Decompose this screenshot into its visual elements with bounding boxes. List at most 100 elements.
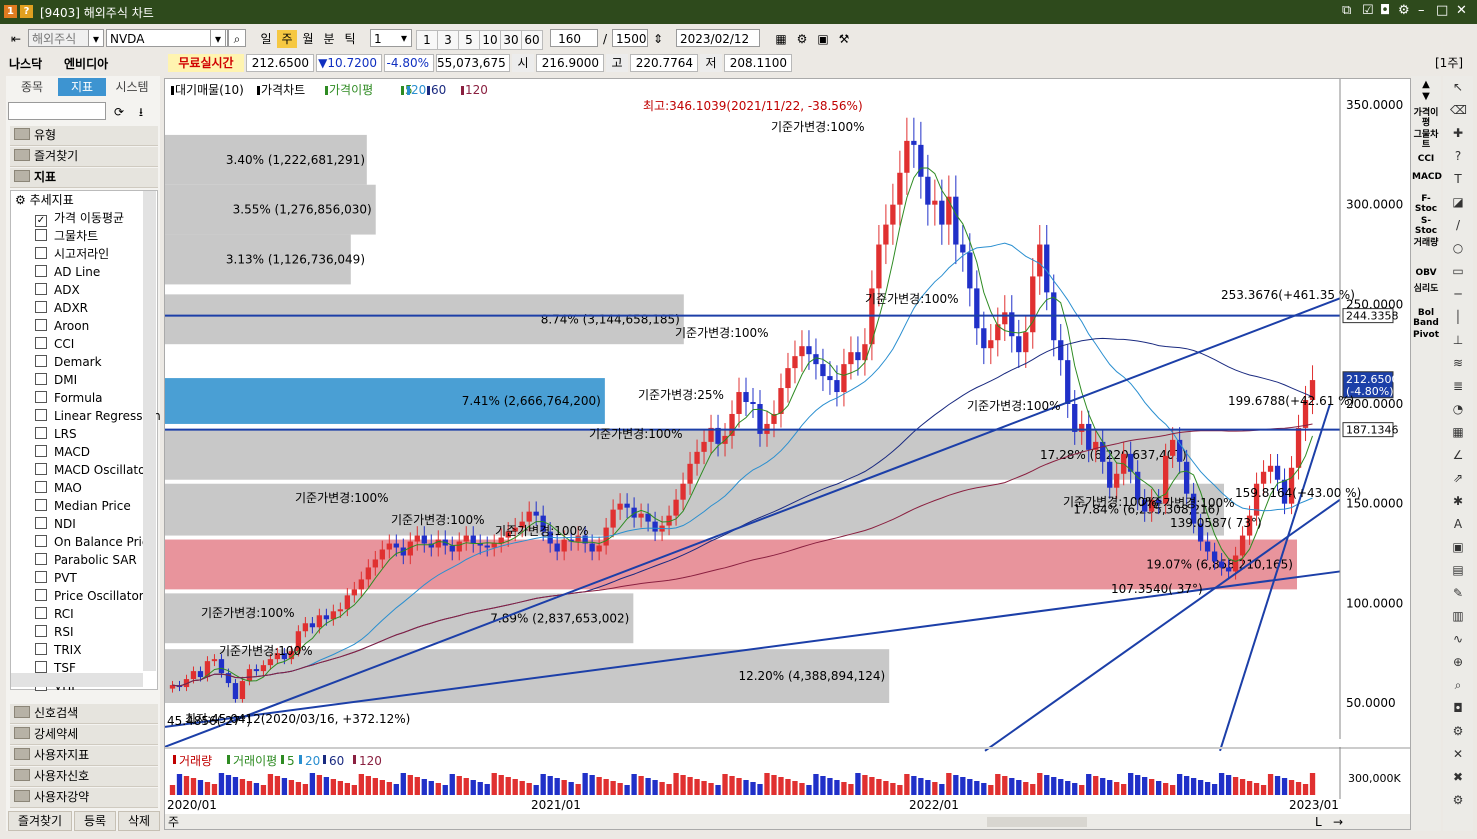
period-button[interactable]: 일 [256,30,276,48]
rect-icon[interactable]: ▭ [1450,264,1466,278]
indicator-item[interactable]: ✓ 가격 이동평균 [35,209,124,227]
folder-item[interactable]: 지표 [10,168,158,188]
legend-item[interactable]: 대기매물(10) [175,83,244,97]
indicator-checkbox[interactable] [35,571,47,583]
note-icon[interactable]: ✎ [1450,586,1466,600]
vline-icon[interactable]: │ [1450,310,1466,324]
indicator-checkbox[interactable] [35,625,47,637]
indicator-item[interactable]: ADX [35,281,80,299]
indicator-shortcut[interactable]: F-Stoc [1412,194,1440,214]
indicator-checkbox[interactable] [35,391,47,403]
help-icon[interactable]: ? [20,5,33,18]
indicator-item[interactable]: Parabolic SAR [35,551,137,569]
fibo-icon[interactable]: ≣ [1450,379,1466,393]
indicator-item[interactable]: 그물차트 [35,227,98,245]
gear-icon[interactable]: ⚙ [1450,724,1466,738]
sidebar-tab[interactable]: 시스템 [108,78,156,96]
unit-dropdown-icon[interactable]: ▾ [396,29,412,47]
search-icon[interactable]: ⌕ [228,29,246,47]
market-dropdown-icon[interactable]: ▾ [88,29,104,47]
indicator-item[interactable]: LRS [35,425,77,443]
question-icon[interactable]: ? [1450,149,1466,163]
indicator-shortcut[interactable]: MACD [1412,172,1442,182]
chart-svg[interactable]: 3.40% (1,222,681,291) 3.55% (1,276,856,03… [164,79,1410,829]
unit-button[interactable]: 1 [416,30,438,50]
eraser-icon[interactable]: ⌫ [1450,103,1467,117]
chart-icon[interactable]: ▥ [1450,609,1466,623]
indicator-checkbox[interactable] [35,517,47,529]
indicator-item[interactable]: On Balance Price [35,533,156,551]
indicator-item[interactable]: Median Price [35,497,131,515]
sidebar-tab[interactable]: 종목 [8,78,56,96]
indicator-checkbox[interactable] [35,499,47,511]
indicator-item[interactable]: RCI [35,605,74,623]
indicator-item[interactable]: Linear Regression [35,407,161,425]
angle-icon[interactable]: ∠ [1450,448,1466,462]
volume-legend-item[interactable]: 거래이평 [233,754,277,768]
text-icon[interactable]: T [1450,172,1466,186]
volume-legend-item[interactable]: 120 [359,754,382,768]
period-button[interactable]: 분 [319,30,339,48]
pane-divider[interactable] [165,747,1410,749]
gear-icon[interactable]: ⚙ [1398,3,1410,18]
period-button[interactable]: 월 [298,30,318,48]
adjust-icon[interactable]: ⇕ [650,30,666,48]
indicator-item[interactable]: MACD [35,443,90,461]
unit-button[interactable]: 5 [458,30,480,50]
indicator-item[interactable]: MAO [35,479,82,497]
indicator-item[interactable]: CCI [35,335,74,353]
checklist-icon[interactable]: ☑ [1362,3,1374,18]
symbol-dropdown-icon[interactable]: ▾ [210,29,226,47]
folder-item[interactable]: 사용자강약 [10,788,158,808]
folder-item[interactable]: 신호검색 [10,704,158,724]
indicator-item[interactable]: Demark [35,353,102,371]
date-input[interactable]: 2023/02/12 [676,29,760,47]
legend-item[interactable]: 120 [465,83,488,97]
chart-area[interactable]: 3.40% (1,222,681,291) 3.55% (1,276,856,03… [164,78,1411,830]
line-mode-label[interactable]: L [1315,815,1322,829]
zoom-icon[interactable]: ⊕ [1450,655,1466,669]
gann-icon[interactable]: ✱ [1450,494,1466,508]
indicator-item[interactable]: ADXR [35,299,88,317]
tree-root[interactable]: ⚙ 추세지표 [15,191,74,209]
wave-icon[interactable]: ∿ [1450,632,1466,646]
indicator-checkbox[interactable] [35,445,47,457]
volume-legend-item[interactable]: 5 [287,754,295,768]
indicator-shortcut[interactable]: Pivot [1412,330,1440,340]
indicator-item[interactable]: PVT [35,569,77,587]
close-icon[interactable]: ✕ [1456,3,1467,18]
save-icon[interactable]: ▣ [814,30,832,48]
hline-icon[interactable]: ─ [1450,287,1466,301]
indicator-checkbox[interactable] [35,553,47,565]
indicator-shortcut[interactable]: 가격이평 [1412,108,1440,128]
indicator-item[interactable]: 시고저라인 [35,245,109,263]
period-button[interactable]: 주 [277,30,297,48]
indicator-shortcut[interactable]: CCI [1412,154,1440,164]
link-icon[interactable]: ⧉ [1342,3,1351,18]
indicator-checkbox[interactable] [35,607,47,619]
indicator-checkbox[interactable] [35,589,47,601]
file-icon[interactable]: ▤ [1450,563,1466,577]
arrow-mode-label[interactable]: → [1333,815,1343,829]
indicator-shortcut[interactable]: Bol Band [1412,308,1440,328]
capture-icon[interactable]: ◘ [1450,701,1466,715]
legend-item[interactable]: 가격차트 [261,83,305,97]
folder-item[interactable]: 사용자지표 [10,746,158,766]
indicator-checkbox[interactable] [35,265,47,277]
indicator-item[interactable]: MACD Oscillator [35,461,150,479]
cycle-icon[interactable]: ◔ [1450,402,1466,416]
unit-button[interactable]: 60 [521,30,543,50]
unit-button[interactable]: 3 [437,30,459,50]
search-arrow-icon[interactable]: ⇤ [6,30,26,48]
grid-icon[interactable]: ▦ [1450,425,1466,439]
indicator-item[interactable]: Price Oscillator [35,587,144,605]
indicator-checkbox[interactable] [35,661,47,673]
chart-scrollbar[interactable] [987,817,1087,827]
indicator-checkbox[interactable] [35,355,47,367]
indicator-item[interactable]: RSI [35,623,74,641]
line-icon[interactable]: / [1450,218,1466,232]
indicator-checkbox[interactable] [35,283,47,295]
tools-icon[interactable]: ⚒ [835,30,853,48]
period-button[interactable]: 틱 [340,30,360,48]
indicator-checkbox[interactable] [35,247,47,259]
